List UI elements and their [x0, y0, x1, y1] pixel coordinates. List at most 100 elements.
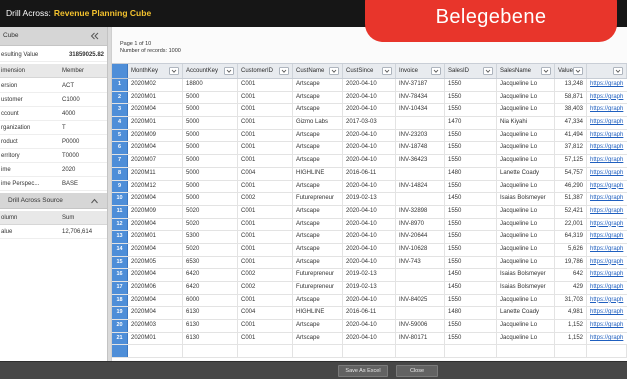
cell-custname: Artscape — [293, 104, 343, 117]
cell-custsince: 2020-04-10 — [343, 218, 396, 231]
cell-customerid: C002 — [238, 269, 293, 281]
dimension-name: ime Perspec... — [1, 181, 40, 187]
dimension-row: ccount 4000 — [0, 107, 107, 121]
cell-customerid: C004 — [238, 307, 293, 320]
filter-dropdown-icon[interactable] — [483, 67, 493, 75]
cell-salesname: Lanette Coady — [497, 167, 555, 180]
filter-dropdown-icon[interactable] — [382, 67, 392, 75]
cell-invoice: INV-84025 — [396, 294, 445, 307]
cell-custname: Futurepreneur — [293, 282, 343, 294]
link-cell[interactable]: https://graph — [587, 333, 627, 345]
filter-dropdown-icon[interactable] — [279, 67, 289, 75]
filter-dropdown-icon[interactable] — [329, 67, 339, 75]
column-header-salesname[interactable]: SalesName — [497, 64, 555, 78]
column-header-monthkey[interactable]: MonthKey — [128, 64, 183, 78]
cell-salesid: 1550 — [445, 91, 497, 104]
link-cell[interactable]: https://graph — [587, 257, 627, 269]
cell-invoice — [396, 117, 445, 129]
filter-dropdown-icon[interactable] — [224, 67, 234, 75]
drill-across-grid: MonthKey AccountKey CustomerID CustName Cust… — [112, 63, 627, 360]
empty-cell — [445, 345, 497, 358]
table-row[interactable]: 12 2020M04 5020 C001 Artscape 2020-04-10 INV-8… — [112, 218, 627, 232]
link-cell[interactable]: https://graph — [587, 244, 627, 256]
table-row[interactable]: 20 2020M03 6130 C001 Artscape 2020-04-10 INV-5… — [112, 320, 627, 333]
cell-custsince: 2019-02-13 — [343, 269, 396, 281]
cell-value: 38,403 — [555, 104, 587, 117]
column-header-customerid[interactable]: CustomerID — [238, 64, 293, 78]
table-row[interactable]: 8 2020M11 5000 C004 HIGHLINE 2016-06-11 1480 La… — [112, 167, 627, 181]
cell-customerid: C001 — [238, 117, 293, 129]
table-row[interactable]: 16 2020M04 6420 C002 Futurepreneur 2019-02-13… — [112, 269, 627, 282]
link-cell[interactable]: https://graph — [587, 206, 627, 218]
link-cell[interactable]: https://graph — [587, 282, 627, 294]
table-row[interactable]: 10 2020M04 5000 C002 Futurepreneur 2019-02-13… — [112, 193, 627, 206]
filter-dropdown-icon[interactable] — [431, 67, 441, 75]
cell-salesid: 1450 — [445, 269, 497, 281]
table-row[interactable]: 11 2020M09 5020 C001 Artscape 2020-04-10 INV-3… — [112, 205, 627, 219]
column-header-invoice[interactable]: Invoice — [396, 64, 445, 78]
link-cell[interactable]: https://graph — [587, 117, 627, 129]
column-header-custsince[interactable]: CustSince — [343, 64, 396, 78]
table-row[interactable]: 14 2020M04 5020 C001 Artscape 2020-04-10 INV-1… — [112, 243, 627, 257]
link-cell[interactable]: https://graph — [587, 130, 627, 142]
link-cell[interactable]: https://graph — [587, 104, 627, 116]
window-title: Drill Across: Revenue Planning Cube — [6, 0, 151, 27]
dimension-member: T0000 — [62, 153, 80, 159]
table-row[interactable]: 13 2020M01 5300 C001 Artscape 2020-04-10 INV-2… — [112, 231, 627, 244]
dimension-column-header: imension — [1, 68, 26, 74]
table-row[interactable]: 3 2020M04 5000 C001 Artscape 2020-04-10 INV-10… — [112, 104, 627, 118]
filter-dropdown-icon[interactable] — [613, 67, 623, 75]
link-cell[interactable]: https://graph — [587, 231, 627, 243]
table-row[interactable]: 5 2020M09 5000 C001 Artscape 2020-04-10 INV-23… — [112, 129, 627, 143]
close-button[interactable]: Close — [396, 365, 438, 377]
table-row[interactable]: 4 2020M01 5000 C001 Gizmo Labs 2017-03-03 1470… — [112, 117, 627, 130]
dimension-member: P0000 — [62, 139, 80, 145]
table-row[interactable]: 21 2020M01 6130 C001 Artscape 2020-04-10 INV-8… — [112, 332, 627, 346]
cube-panel: Cube esulting Value 31859025.82 imension… — [0, 27, 107, 361]
link-cell[interactable]: https://graph — [587, 181, 627, 193]
table-row[interactable]: 17 2020M06 6420 C002 Futurepreneur 2019-02-13… — [112, 282, 627, 295]
save-as-excel-button[interactable]: Save As Excel — [338, 365, 388, 377]
cell-accountkey: 6530 — [183, 256, 238, 269]
link-cell[interactable]: https://graph — [587, 219, 627, 231]
link-cell[interactable]: https://graph — [587, 155, 627, 167]
table-row[interactable]: 19 2020M04 6130 C004 HIGHLINE 2016-06-11 1480 L… — [112, 307, 627, 321]
column-header-link[interactable] — [587, 64, 627, 78]
link-cell[interactable]: https://graph — [587, 320, 627, 332]
link-cell[interactable]: https://graph — [587, 142, 627, 154]
cell-accountkey: 18800 — [183, 79, 238, 91]
cell-customerid: C002 — [238, 193, 293, 205]
column-header-accountkey[interactable]: AccountKey — [183, 64, 238, 78]
filter-dropdown-icon[interactable] — [541, 67, 551, 75]
table-row[interactable]: 18 2020M04 6000 C001 Artscape 2020-04-10 INV-8… — [112, 294, 627, 308]
cell-salesname: Jacqueline Lo — [497, 129, 555, 142]
cell-accountkey: 6130 — [183, 307, 238, 320]
row-number-cell: 5 — [112, 129, 128, 142]
filter-dropdown-icon[interactable] — [169, 67, 179, 75]
table-row[interactable]: 1 2020M02 18800 C001 Artscape 2020-04-10 INV-3… — [112, 79, 627, 92]
collapse-left-icon[interactable] — [90, 32, 99, 40]
link-cell[interactable]: https://graph — [587, 168, 627, 180]
column-header-salesid[interactable]: SalesID — [445, 64, 497, 78]
link-cell[interactable]: https://graph — [587, 92, 627, 104]
link-cell[interactable]: https://graph — [587, 79, 627, 91]
table-row[interactable]: 6 2020M04 5000 C001 Artscape 2020-04-10 INV-18… — [112, 142, 627, 156]
link-cell[interactable]: https://graph — [587, 269, 627, 281]
dimension-member: BASE — [62, 181, 79, 187]
link-cell[interactable]: https://graph — [587, 307, 627, 319]
cell-value: 51,387 — [555, 193, 587, 205]
link-cell[interactable]: https://graph — [587, 193, 627, 205]
column-header-custname[interactable]: CustName — [293, 64, 343, 78]
table-row[interactable]: 7 2020M07 5000 C001 Artscape 2020-04-10 INV-36… — [112, 155, 627, 168]
table-row[interactable]: 15 2020M05 6530 C001 Artscape 2020-04-10 INV-7… — [112, 256, 627, 270]
table-row[interactable]: 9 2020M12 5000 C001 Artscape 2020-04-10 INV-14… — [112, 180, 627, 194]
table-row[interactable]: 2 2020M01 5000 C001 Artscape 2020-04-10 INV-78… — [112, 91, 627, 105]
column-header-value[interactable]: Value — [555, 64, 587, 78]
cell-custsince: 2020-04-10 — [343, 142, 396, 155]
filter-dropdown-icon[interactable] — [573, 67, 583, 75]
cell-salesname: Jacqueline Lo — [497, 155, 555, 167]
chevron-up-icon[interactable] — [90, 197, 99, 205]
link-cell[interactable]: https://graph — [587, 295, 627, 307]
cell-custname: Artscape — [293, 320, 343, 332]
cell-custsince: 2020-04-10 — [343, 180, 396, 193]
